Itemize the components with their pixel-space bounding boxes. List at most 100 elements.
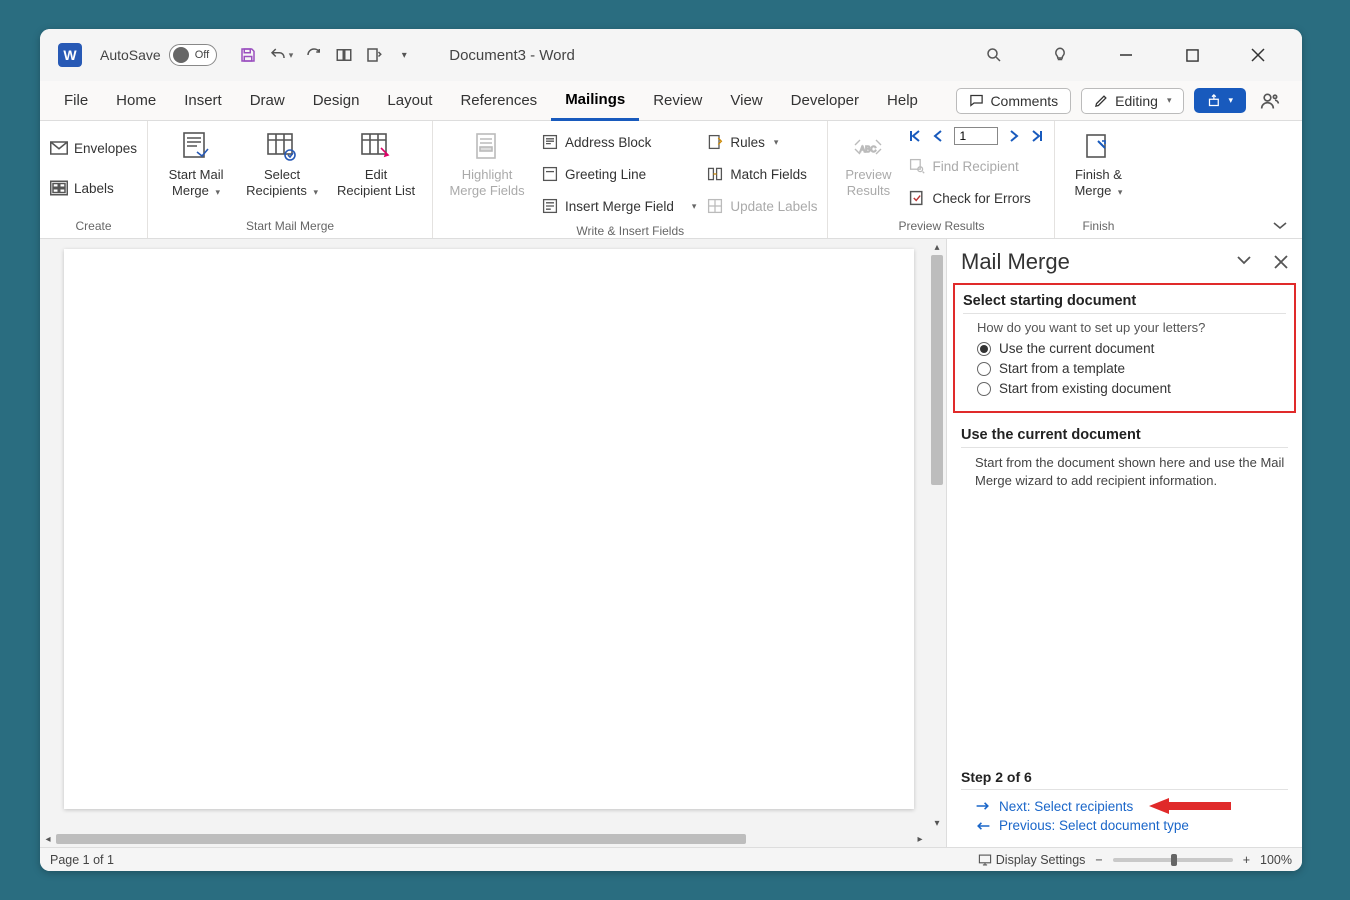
- use-current-section: Use the current document Start from the …: [961, 427, 1288, 490]
- next-record-icon[interactable]: [1008, 129, 1020, 143]
- select-recipients-button[interactable]: SelectRecipients ▾: [244, 125, 320, 198]
- panel-dropdown-icon[interactable]: [1236, 255, 1252, 269]
- prev-step-link[interactable]: Previous: Select document type: [975, 818, 1288, 833]
- autosave-label: AutoSave: [100, 47, 161, 63]
- tab-design[interactable]: Design: [299, 81, 374, 121]
- minimize-button[interactable]: [1108, 37, 1144, 73]
- radio-icon: [977, 342, 991, 356]
- zoom-slider[interactable]: [1113, 858, 1233, 862]
- title-bar: W AutoSave Off ▾ ▾ Document3 - Word: [40, 29, 1302, 81]
- edit-recipient-list-button[interactable]: EditRecipient List: [330, 125, 422, 198]
- first-record-icon[interactable]: [908, 129, 922, 143]
- qat-icon-1[interactable]: [329, 40, 359, 70]
- tab-review[interactable]: Review: [639, 81, 716, 121]
- panel-close-icon[interactable]: [1274, 255, 1288, 269]
- group-create: Envelopes Labels Create: [40, 121, 148, 238]
- setup-question: How do you want to set up your letters?: [977, 320, 1286, 335]
- scroll-right-icon[interactable]: ▸: [912, 831, 928, 847]
- arrow-right-icon: [975, 800, 991, 812]
- radio-icon: [977, 382, 991, 396]
- annotation-arrow-icon: [1149, 798, 1231, 814]
- display-settings-button[interactable]: Display Settings: [978, 853, 1086, 867]
- vertical-scrollbar[interactable]: ▴ ▾: [928, 239, 946, 831]
- envelopes-button[interactable]: Envelopes: [50, 133, 137, 163]
- document-page[interactable]: [64, 249, 914, 809]
- qat-customize-icon[interactable]: ▾: [389, 40, 419, 70]
- collapse-ribbon-icon[interactable]: [1268, 121, 1302, 238]
- ribbon-tabs: File Home Insert Draw Design Layout Refe…: [40, 81, 1302, 121]
- display-icon: [978, 853, 992, 867]
- next-step-link[interactable]: Next: Select recipients: [975, 798, 1288, 814]
- record-number-input[interactable]: [954, 127, 998, 145]
- option-from-template[interactable]: Start from a template: [977, 361, 1286, 376]
- editing-mode-button[interactable]: Editing▾: [1081, 88, 1184, 114]
- finish-icon: [1080, 129, 1116, 165]
- tab-developer[interactable]: Developer: [777, 81, 873, 121]
- highlight-merge-fields-button[interactable]: HighlightMerge Fields: [443, 125, 531, 198]
- envelope-icon: [50, 139, 68, 157]
- match-fields-button[interactable]: Match Fields: [706, 159, 817, 189]
- labels-icon: [50, 179, 68, 197]
- update-labels-button[interactable]: Update Labels: [706, 191, 817, 221]
- search-icon[interactable]: [976, 37, 1012, 73]
- tab-home[interactable]: Home: [102, 81, 170, 121]
- svg-text:ABC: ABC: [860, 145, 877, 154]
- radio-icon: [977, 362, 991, 376]
- preview-results-button[interactable]: ABC PreviewResults: [838, 125, 898, 198]
- rules-icon: [706, 133, 724, 151]
- tab-references[interactable]: References: [446, 81, 551, 121]
- option-existing-document[interactable]: Start from existing document: [977, 381, 1286, 396]
- option-current-document[interactable]: Use the current document: [977, 341, 1286, 356]
- find-recipient-button[interactable]: Find Recipient: [908, 151, 1044, 181]
- lightbulb-icon[interactable]: [1042, 37, 1078, 73]
- document-viewport: ▴ ▾ ◂ ▸: [40, 239, 946, 847]
- zoom-in-button[interactable]: +: [1243, 853, 1250, 867]
- tab-insert[interactable]: Insert: [170, 81, 236, 121]
- page-indicator[interactable]: Page 1 of 1: [50, 853, 114, 867]
- tab-help[interactable]: Help: [873, 81, 932, 121]
- horizontal-scrollbar[interactable]: ◂ ▸: [40, 831, 928, 847]
- undo-dropdown-icon[interactable]: ▾: [289, 50, 294, 61]
- rules-button[interactable]: Rules▾: [706, 127, 817, 157]
- scroll-left-icon[interactable]: ◂: [40, 831, 56, 847]
- address-block-button[interactable]: Address Block: [541, 127, 696, 157]
- comments-button[interactable]: Comments: [956, 88, 1071, 114]
- zoom-out-button[interactable]: −: [1095, 853, 1102, 867]
- autosave-toggle[interactable]: Off: [169, 44, 217, 66]
- account-icon[interactable]: [1256, 87, 1284, 115]
- last-record-icon[interactable]: [1030, 129, 1044, 143]
- close-button[interactable]: [1240, 37, 1276, 73]
- address-block-icon: [541, 133, 559, 151]
- panel-title: Mail Merge: [961, 249, 1070, 275]
- hscroll-thumb[interactable]: [56, 834, 746, 844]
- finish-merge-button[interactable]: Finish &Merge ▾: [1065, 125, 1131, 198]
- tab-view[interactable]: View: [716, 81, 776, 121]
- document-title: Document3 - Word: [449, 47, 575, 64]
- insert-field-icon: [541, 197, 559, 215]
- check-errors-button[interactable]: Check for Errors: [908, 183, 1044, 213]
- tab-file[interactable]: File: [50, 81, 102, 121]
- save-icon[interactable]: [233, 40, 263, 70]
- word-app-icon: W: [58, 43, 82, 67]
- tab-layout[interactable]: Layout: [373, 81, 446, 121]
- zoom-level[interactable]: 100%: [1260, 853, 1292, 867]
- maximize-button[interactable]: [1174, 37, 1210, 73]
- scroll-up-icon[interactable]: ▴: [928, 239, 946, 255]
- insert-merge-field-button[interactable]: Insert Merge Field▾: [541, 191, 696, 221]
- mail-merge-icon: [178, 129, 214, 165]
- section-description: Start from the document shown here and u…: [975, 454, 1288, 490]
- prev-record-icon[interactable]: [932, 129, 944, 143]
- share-button[interactable]: ▾: [1194, 88, 1246, 113]
- recipients-icon: [264, 129, 300, 165]
- vscroll-thumb[interactable]: [931, 255, 943, 485]
- redo-icon[interactable]: [299, 40, 329, 70]
- tab-draw[interactable]: Draw: [236, 81, 299, 121]
- start-mail-merge-button[interactable]: Start MailMerge ▾: [158, 125, 234, 198]
- scroll-down-icon[interactable]: ▾: [928, 815, 946, 831]
- step-label: Step 2 of 6: [961, 769, 1288, 790]
- pencil-icon: [1094, 93, 1109, 108]
- qat-icon-2[interactable]: [359, 40, 389, 70]
- greeting-line-button[interactable]: Greeting Line: [541, 159, 696, 189]
- tab-mailings[interactable]: Mailings: [551, 81, 639, 121]
- labels-button[interactable]: Labels: [50, 173, 137, 203]
